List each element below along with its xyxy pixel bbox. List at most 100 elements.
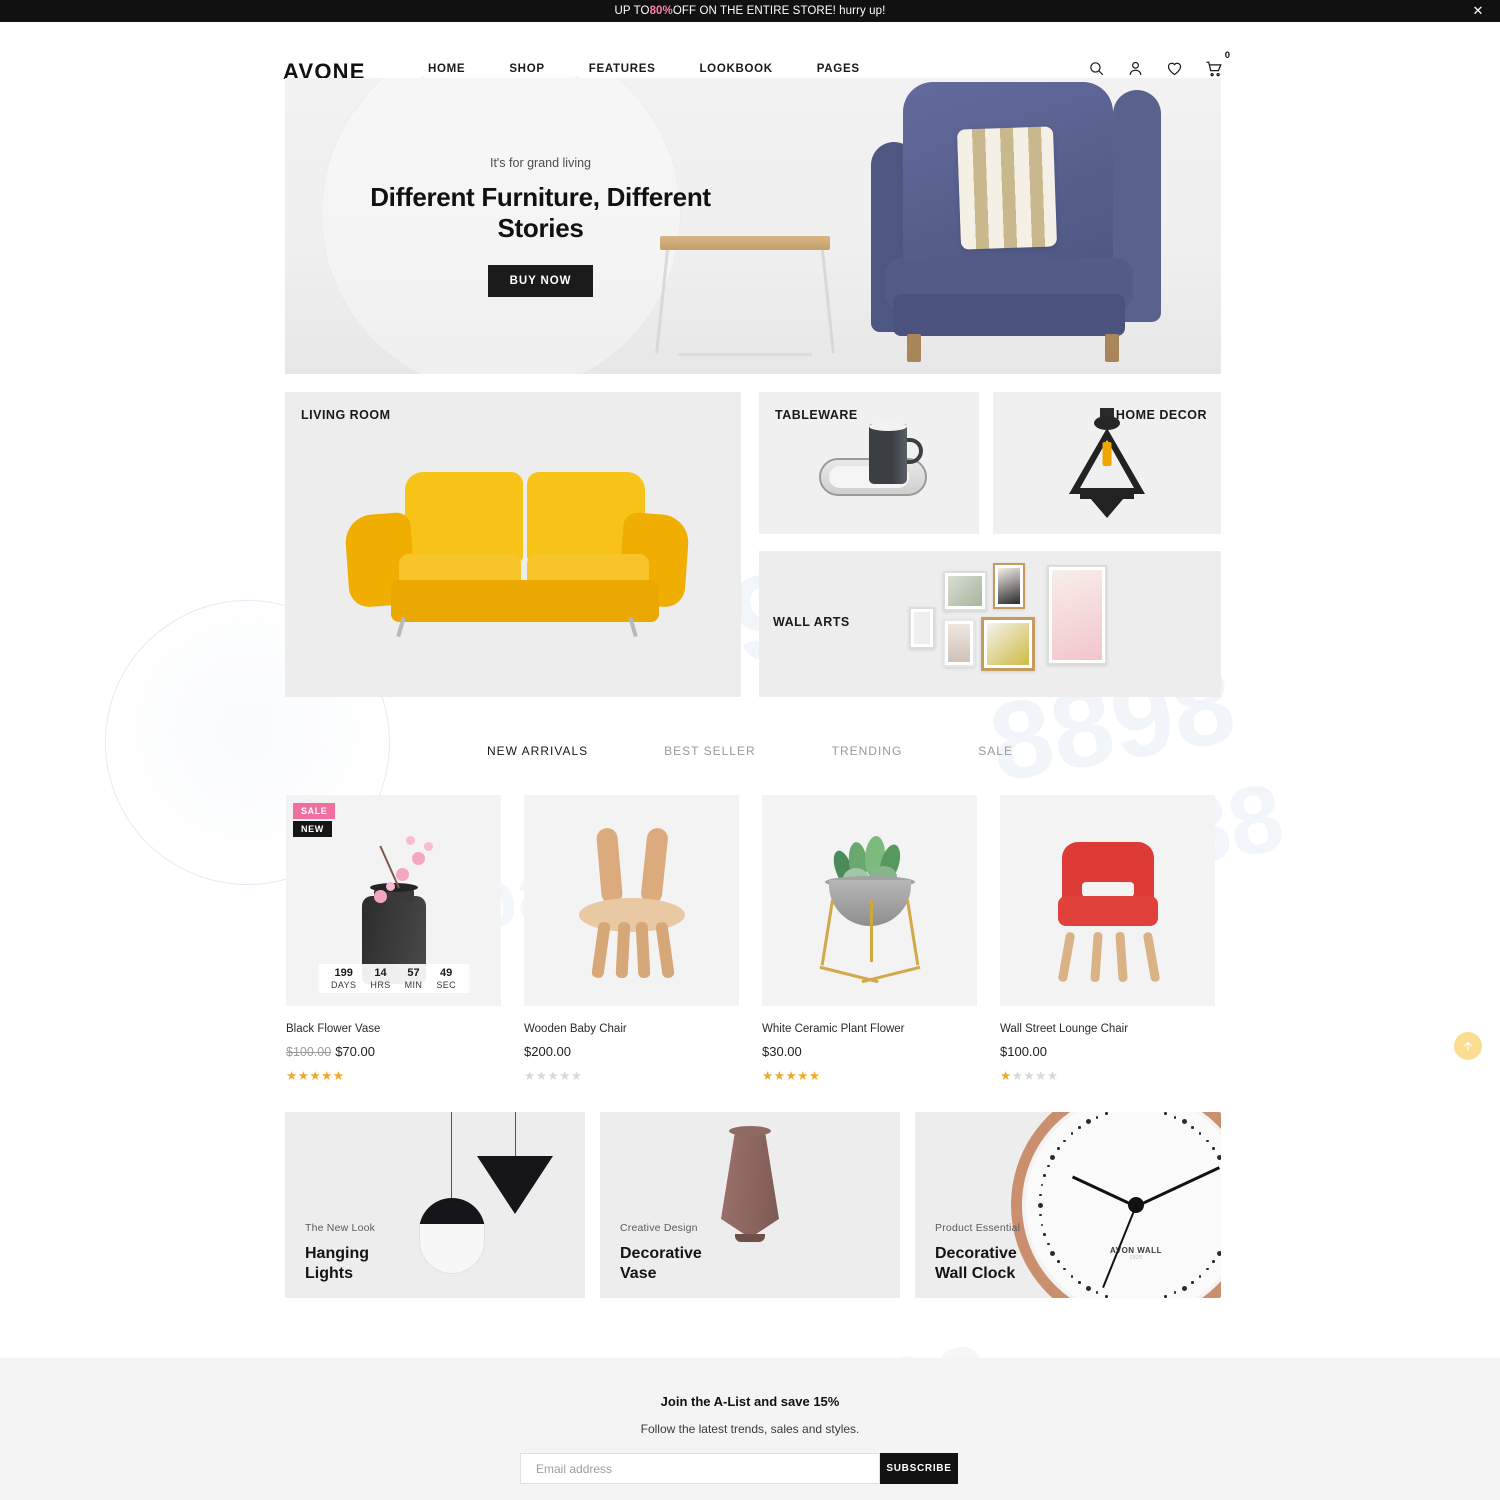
close-icon[interactable]: ✕ xyxy=(1470,3,1486,19)
account-icon[interactable] xyxy=(1127,60,1144,77)
star-icon: ★ xyxy=(1035,1069,1047,1083)
clock-tick xyxy=(1181,1119,1187,1125)
clock-tick xyxy=(1050,1250,1056,1256)
product-title[interactable]: White Ceramic Plant Flower xyxy=(762,1023,977,1035)
product-current-price: $70.00 xyxy=(335,1044,375,1059)
product-image[interactable]: SALE NEW 199 DAYS 14 HRS 57 MIN 49 SEC xyxy=(286,795,501,1006)
nav-item-pages[interactable]: PAGES xyxy=(817,63,860,75)
product-current-price: $30.00 xyxy=(762,1044,802,1059)
category-label-wall-arts: WALL ARTS xyxy=(773,615,850,629)
tab-trending[interactable]: TRENDING xyxy=(832,744,903,758)
category-card-tableware[interactable]: TABLEWARE xyxy=(759,392,979,534)
hero-banner[interactable]: It's for grand living Different Furnitur… xyxy=(285,78,1221,374)
announcement-bar: UP TO 80% OFF ON THE ENTIRE STORE! hurry… xyxy=(0,0,1500,22)
wishlist-heart-icon[interactable] xyxy=(1166,60,1183,77)
email-input[interactable] xyxy=(520,1453,880,1484)
clock-tick xyxy=(1191,1126,1194,1129)
category-card-wall-arts[interactable]: WALL ARTS xyxy=(759,551,1221,697)
product-price: $30.00 xyxy=(762,1044,977,1059)
product-current-price: $100.00 xyxy=(1000,1044,1047,1059)
clock-tick xyxy=(1198,1132,1202,1135)
site-header: AVONE HOME SHOP FEATURES LOOKBOOK PAGES … xyxy=(0,22,1500,84)
newsletter-section: Join the A-List and save 15% Follow the … xyxy=(0,1358,1500,1500)
tab-new-arrivals[interactable]: NEW ARRIVALS xyxy=(487,744,588,758)
product-card[interactable]: SALE NEW 199 DAYS 14 HRS 57 MIN 49 SEC B… xyxy=(286,795,501,1083)
buy-now-button[interactable]: BUY NOW xyxy=(487,265,594,298)
wall-clock-image: AVON WALL 1925 xyxy=(1011,1112,1221,1298)
tab-best-seller[interactable]: BEST SELLER xyxy=(664,744,755,758)
clock-tick xyxy=(1040,1223,1044,1227)
product-title[interactable]: Wooden Baby Chair xyxy=(524,1023,739,1035)
product-title[interactable]: Wall Street Lounge Chair xyxy=(1000,1023,1215,1035)
nav-item-home[interactable]: HOME xyxy=(428,63,465,75)
promo-card-decorative-wall-clock[interactable]: AVON WALL 1925 Product Essential Decorati… xyxy=(915,1112,1221,1298)
star-icon: ★ xyxy=(1011,1069,1024,1083)
search-icon[interactable] xyxy=(1088,60,1105,77)
clock-hand-minute xyxy=(1135,1166,1221,1208)
product-price: $100.00 $70.00 xyxy=(286,1044,501,1059)
clock-tick xyxy=(1047,1242,1050,1246)
countdown-hours: 14 HRS xyxy=(363,967,397,990)
clock-tick xyxy=(1039,1193,1042,1197)
countdown-days-label: DAYS xyxy=(330,980,357,990)
product-image[interactable] xyxy=(762,795,977,1006)
product-card[interactable]: White Ceramic Plant Flower $30.00 ★★★★★ xyxy=(762,795,977,1083)
clock-tick xyxy=(1198,1275,1202,1278)
clock-tick xyxy=(1191,1281,1194,1284)
promo-title: Hanging Lights xyxy=(305,1245,369,1282)
nav-item-lookbook[interactable]: LOOKBOOK xyxy=(699,63,772,75)
category-card-home-decor[interactable]: HOME DECOR xyxy=(993,392,1221,534)
promo-card-decorative-vase[interactable]: Creative Design Decorative Vase xyxy=(600,1112,900,1298)
countdown-days: 199 DAYS xyxy=(324,967,363,990)
clock-hand-hour xyxy=(1071,1175,1137,1208)
pendant-light-image xyxy=(1062,408,1152,520)
nav-item-features[interactable]: FEATURES xyxy=(589,63,656,75)
star-icon: ★ xyxy=(570,1069,583,1083)
product-title[interactable]: Black Flower Vase xyxy=(286,1023,501,1035)
clock-tick xyxy=(1063,1267,1066,1271)
newsletter-form: SUBSCRIBE xyxy=(520,1453,958,1484)
scroll-to-top-button[interactable] xyxy=(1454,1032,1482,1060)
subscribe-button[interactable]: SUBSCRIBE xyxy=(880,1453,958,1484)
countdown-seconds: 49 SEC xyxy=(429,967,463,990)
nav-item-shop[interactable]: SHOP xyxy=(509,63,544,75)
countdown-minutes: 57 MIN xyxy=(398,967,430,990)
category-card-living-room[interactable]: LIVING ROOM xyxy=(285,392,741,697)
hero-text-block: It's for grand living Different Furnitur… xyxy=(343,156,738,298)
cart-icon[interactable]: 0 xyxy=(1205,51,1230,77)
product-tab-bar: NEW ARRIVALS BEST SELLER TRENDING SALE xyxy=(0,744,1500,758)
product-old-price: $100.00 xyxy=(286,1045,332,1059)
star-icon: ★ xyxy=(524,1069,536,1083)
clock-tick xyxy=(1063,1139,1066,1143)
tab-sale[interactable]: SALE xyxy=(978,744,1013,758)
clock-tick xyxy=(1095,1291,1099,1294)
clock-tick xyxy=(1037,1202,1043,1208)
promo-card-hanging-lights[interactable]: The New Look Hanging Lights xyxy=(285,1112,585,1298)
hero-title: Different Furniture, Different Stories xyxy=(370,182,711,244)
clock-tick xyxy=(1043,1174,1046,1177)
clock-tick xyxy=(1050,1154,1056,1160)
product-card[interactable]: Wall Street Lounge Chair $100.00 ★★★★★ xyxy=(1000,795,1215,1083)
product-card[interactable]: Wooden Baby Chair $200.00 ★★★★★ xyxy=(524,795,739,1083)
clock-tick xyxy=(1043,1233,1046,1236)
category-label-living-room: LIVING ROOM xyxy=(301,408,391,422)
product-image[interactable] xyxy=(1000,795,1215,1006)
star-icon: ★ xyxy=(762,1069,774,1083)
clock-tick xyxy=(1070,1275,1074,1278)
countdown-hours-label: HRS xyxy=(370,980,391,990)
star-icon: ★ xyxy=(1000,1069,1012,1083)
clock-center-hub xyxy=(1128,1197,1144,1213)
countdown-minutes-label: MIN xyxy=(404,980,423,990)
promo-title: Decorative Vase xyxy=(620,1245,702,1282)
product-rating: ★★★★★ xyxy=(762,1068,977,1083)
product-rating: ★★★★★ xyxy=(286,1068,501,1083)
clock-tick xyxy=(1164,1295,1167,1298)
star-icon: ★ xyxy=(321,1069,333,1083)
product-image[interactable] xyxy=(524,795,739,1006)
clock-tick xyxy=(1173,1291,1177,1294)
arrow-up-icon xyxy=(1464,1041,1472,1050)
clock-tick xyxy=(1070,1132,1074,1135)
countdown-seconds-value: 49 xyxy=(440,967,453,980)
hero-armchair-image xyxy=(863,82,1163,362)
wall-street-lounge-chair-image xyxy=(1048,842,1168,983)
